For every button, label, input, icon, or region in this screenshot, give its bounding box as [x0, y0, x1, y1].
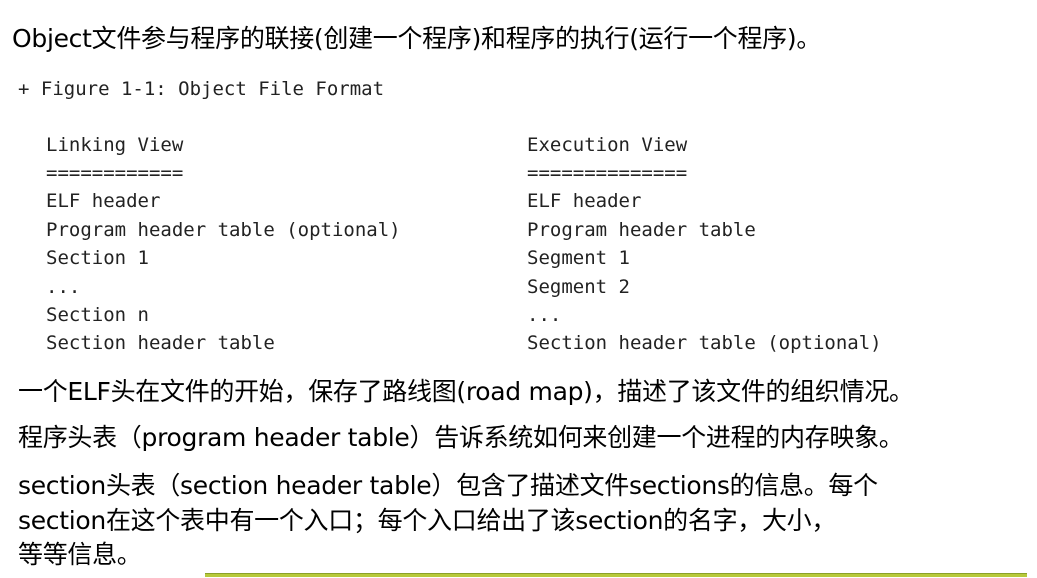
- figure-title: + Figure 1-1: Object File Format: [18, 78, 385, 100]
- program-header-table-paragraph: 程序头表（program header table）告诉系统如何来创建一个进程的…: [18, 423, 904, 452]
- execution-view-row: Segment 1: [527, 247, 630, 269]
- execution-view-row: Program header table: [527, 219, 756, 241]
- execution-view-row: ...: [527, 304, 562, 326]
- linking-view-heading: Linking View: [46, 134, 184, 156]
- linking-view-row: Section header table: [46, 332, 275, 354]
- execution-view-underline: ==============: [527, 162, 688, 184]
- elf-header-paragraph: 一个ELF头在文件的开始，保存了路线图(road map)，描述了该文件的组织情…: [18, 377, 914, 406]
- execution-view-heading: Execution View: [527, 134, 688, 156]
- linking-view-row: Section 1: [46, 247, 149, 269]
- section-header-table-paragraph-line: 等等信息。: [18, 540, 142, 569]
- execution-view-row: ELF header: [527, 190, 642, 212]
- intro-text: Object文件参与程序的联接(创建一个程序)和程序的执行(运行一个程序)。: [12, 24, 822, 53]
- linking-view-row: ...: [46, 276, 81, 298]
- section-header-table-paragraph-line: section头表（section header table）包含了描述文件se…: [18, 471, 878, 500]
- execution-view-row: Section header table (optional): [527, 332, 882, 354]
- section-header-table-paragraph-line: section在这个表中有一个入口；每个入口给出了该section的名字，大小，: [18, 506, 837, 535]
- linking-view-underline: ============: [46, 162, 184, 184]
- linking-view-row: Program header table (optional): [46, 219, 401, 241]
- linking-view-row: ELF header: [46, 190, 161, 212]
- linking-view-row: Section n: [46, 304, 149, 326]
- execution-view-row: Segment 2: [527, 276, 630, 298]
- footer-divider: [205, 573, 1027, 577]
